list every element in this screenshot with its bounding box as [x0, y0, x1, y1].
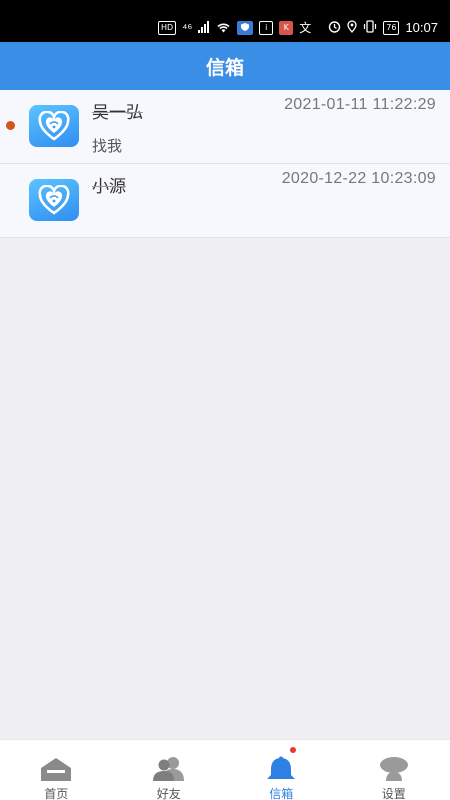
location-icon	[347, 18, 357, 37]
tab-label: 设置	[381, 787, 406, 800]
message-time: 2020-12-22 10:23:09	[281, 170, 436, 187]
friends-icon	[152, 756, 186, 782]
vibrate-icon	[363, 18, 377, 37]
alarm-icon	[328, 18, 341, 37]
app-indicator: K	[279, 20, 294, 35]
signal-label: ⁴⁶	[182, 20, 193, 35]
contact-name: 吴一弘	[92, 103, 143, 123]
unread-indicator	[6, 121, 15, 130]
contact-name: 小源	[92, 177, 126, 197]
message-row[interactable]: 小源 2020-12-22 10:23:09	[0, 164, 450, 238]
clock: 10:07	[405, 19, 438, 35]
wifi-icon	[216, 18, 231, 37]
title-bar: 信箱	[0, 42, 450, 90]
message-preview: 找我	[92, 137, 123, 155]
page-title: 信箱	[205, 56, 244, 79]
signal-icon	[198, 18, 210, 37]
tab-label: 信箱	[269, 787, 294, 800]
message-time: 2021-01-11 11:22:29	[284, 96, 436, 113]
translate-indicator: 文	[299, 20, 312, 35]
tab-settings[interactable]: 设置	[338, 740, 450, 800]
heart-chat-icon	[29, 179, 79, 221]
tab-friends[interactable]: 好友	[113, 740, 226, 800]
bottom-tab-bar: 首页 好友 信箱 设置	[0, 739, 450, 800]
heart-chat-icon	[29, 105, 79, 147]
status-right: 76 10:07	[328, 18, 438, 37]
battery-icon: 76	[383, 20, 400, 35]
notification-badge	[290, 747, 297, 753]
info-indicator: i	[259, 20, 274, 35]
tab-label: 首页	[44, 787, 69, 800]
tab-home[interactable]: 首页	[0, 740, 113, 800]
message-row[interactable]: 吴一弘 2021-01-11 11:22:29 找我	[0, 90, 450, 164]
status-indicators: HD ⁴⁶ i K 文	[158, 18, 311, 37]
shield-icon	[237, 20, 254, 35]
hd-indicator: HD	[158, 20, 177, 35]
tab-mailbox[interactable]: 信箱	[225, 740, 338, 800]
settings-person-icon	[377, 756, 411, 782]
message-list: 吴一弘 2021-01-11 11:22:29 找我 小源 2020-12-22…	[0, 90, 450, 238]
status-bar: HD ⁴⁶ i K 文 76 10:07	[0, 0, 450, 42]
home-icon	[39, 756, 73, 782]
tab-label: 好友	[156, 787, 181, 800]
bell-icon	[264, 756, 298, 782]
